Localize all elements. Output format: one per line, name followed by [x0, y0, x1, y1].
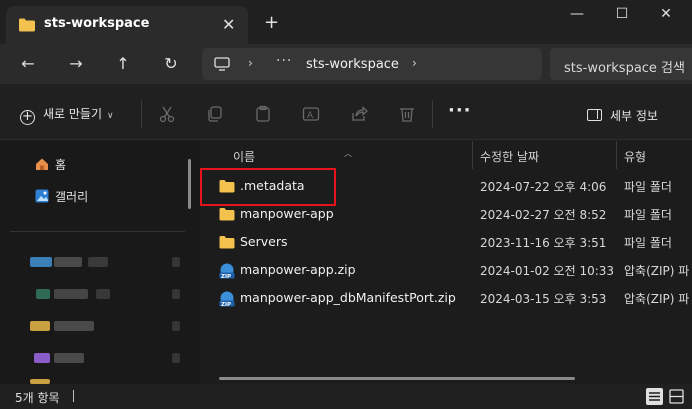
forward-button[interactable]: → [66, 54, 86, 74]
file-type: 파일 폴더 [624, 208, 672, 222]
column-header-type[interactable]: 유형 [624, 148, 646, 165]
plus-icon: + [20, 110, 35, 125]
file-type: 파일 폴더 [624, 180, 672, 194]
title-bar: sts-workspace ✕ + — ☐ ✕ [0, 0, 692, 44]
divider [141, 100, 142, 128]
search-placeholder: sts-workspace 검색 [564, 61, 685, 76]
sidebar-item-label: 홈 [55, 158, 67, 172]
table-row[interactable]: ZIP manpower-app_dbManifestPort.zip 2024… [200, 284, 692, 312]
divider [432, 100, 433, 128]
zip-icon: ZIP [219, 291, 235, 310]
gallery-icon [35, 189, 49, 203]
file-modified: 2024-03-15 오후 3:53 [480, 292, 607, 306]
tab-title: sts-workspace [44, 16, 150, 31]
svg-text:A: A [307, 111, 314, 121]
column-divider[interactable] [472, 141, 473, 169]
address-bar[interactable]: › ··· sts-workspace › [202, 48, 542, 80]
status-divider [73, 390, 74, 402]
breadcrumb-current[interactable]: sts-workspace [306, 57, 399, 72]
file-name: manpower-app.zip [240, 262, 356, 277]
zip-icon: ZIP [219, 263, 235, 282]
file-modified: 2024-07-22 오후 4:06 [480, 180, 607, 194]
computer-icon [214, 57, 230, 74]
new-button[interactable]: + 새로 만들기 ∨ [20, 105, 114, 125]
folder-icon [18, 17, 36, 36]
paste-icon[interactable] [254, 105, 272, 123]
table-row[interactable]: ZIP manpower-app.zip 2024-01-02 오전 10:33… [200, 256, 692, 284]
details-label: 세부 정보 [610, 109, 658, 123]
chevron-down-icon: ∨ [107, 111, 114, 121]
status-bar: 5개 항목 [0, 384, 692, 409]
command-bar: + 새로 만들기 ∨ A ··· 세부 정보 [0, 84, 692, 140]
folder-icon [219, 207, 235, 224]
back-button[interactable]: ← [18, 54, 38, 74]
sidebar-item-home[interactable]: 홈 [35, 156, 66, 173]
new-button-label: 새로 만들기 [43, 107, 103, 121]
file-modified: 2023-11-16 오후 3:51 [480, 236, 607, 250]
delete-icon[interactable] [398, 105, 416, 123]
svg-text:ZIP: ZIP [221, 302, 231, 307]
file-type: 압축(ZIP) 파 [624, 292, 690, 306]
minimize-button[interactable]: — [562, 6, 592, 26]
tab-sts-workspace[interactable]: sts-workspace ✕ [6, 6, 248, 44]
column-header-row: ︿ 이름 수정한 날짜 유형 [200, 141, 692, 169]
sidebar-scrollbar[interactable] [188, 159, 191, 209]
address-toolbar: ← → ↑ ↻ › ··· sts-workspace › sts-worksp… [0, 44, 692, 84]
sidebar-divider [10, 231, 185, 232]
refresh-button[interactable]: ↻ [161, 54, 181, 74]
share-icon[interactable] [350, 105, 368, 123]
home-icon [35, 157, 49, 171]
item-count: 5개 항목 [15, 391, 60, 405]
table-row[interactable]: Servers 2023-11-16 오후 3:51 파일 폴더 [200, 228, 692, 256]
file-list: ︿ 이름 수정한 날짜 유형 .metadata 2024-07-22 오후 4… [200, 141, 692, 384]
file-modified: 2024-01-02 오전 10:33 [480, 264, 615, 278]
rename-icon[interactable]: A [302, 105, 320, 123]
sidebar-item-label: 갤러리 [55, 190, 89, 204]
more-options-button[interactable]: ··· [448, 100, 472, 121]
folder-icon [219, 235, 235, 252]
column-header-modified[interactable]: 수정한 날짜 [480, 148, 539, 165]
file-modified: 2024-02-27 오전 8:52 [480, 208, 607, 222]
close-window-button[interactable]: ✕ [651, 6, 681, 26]
breadcrumb-chevron[interactable]: › [412, 56, 417, 70]
red-highlight-box [200, 168, 336, 206]
breadcrumb-overflow[interactable]: ··· [276, 53, 292, 69]
close-tab-icon[interactable]: ✕ [222, 15, 235, 34]
file-name: Servers [240, 234, 288, 249]
copy-icon[interactable] [206, 105, 224, 123]
details-pane-button[interactable]: 세부 정보 [587, 107, 658, 124]
file-type: 파일 폴더 [624, 236, 672, 250]
details-view-icon[interactable] [646, 388, 663, 405]
breadcrumb-separator: › [248, 56, 253, 70]
navigation-pane: 홈 갤러리 [0, 141, 200, 384]
file-type: 압축(ZIP) 파 [624, 264, 690, 278]
sidebar-item-gallery[interactable]: 갤러리 [35, 188, 88, 205]
tiles-view-icon[interactable] [668, 388, 685, 405]
column-header-name[interactable]: 이름 [233, 148, 255, 165]
up-button[interactable]: ↑ [113, 54, 133, 74]
details-pane-icon [587, 109, 602, 121]
file-name: manpower-app_dbManifestPort.zip [240, 290, 456, 305]
svg-text:ZIP: ZIP [221, 274, 231, 279]
maximize-button[interactable]: ☐ [607, 6, 637, 26]
search-box[interactable]: sts-workspace 검색 [550, 48, 692, 80]
cut-icon[interactable] [158, 105, 176, 123]
column-divider[interactable] [616, 141, 617, 169]
sort-ascending-icon: ︿ [344, 149, 352, 158]
file-name: manpower-app [240, 206, 334, 221]
horizontal-scrollbar[interactable] [219, 377, 575, 380]
new-tab-button[interactable]: + [264, 12, 279, 33]
